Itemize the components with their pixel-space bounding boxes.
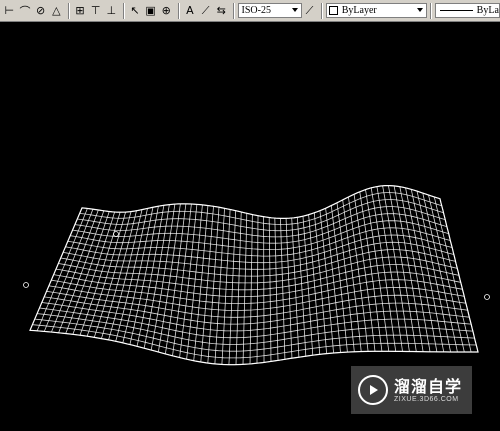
angular-dim-icon[interactable]: △ [49, 2, 64, 20]
mesh-line [235, 211, 242, 365]
play-logo-icon [358, 375, 388, 405]
dimstyle-dropdown[interactable]: ISO-25 [237, 3, 303, 18]
arc-dim-icon[interactable]: ⌒ [18, 2, 33, 20]
toolbar-separator [429, 2, 432, 19]
dimstyle-manager-icon[interactable]: ⟋ [302, 2, 317, 20]
mesh-line [193, 205, 209, 361]
mesh-line [268, 217, 272, 362]
mesh-line [228, 210, 237, 365]
mesh-line [58, 210, 105, 333]
mesh-line [77, 199, 444, 232]
watermark-text: 溜溜自学 ZIXUE.3D66.COM [394, 376, 463, 403]
mesh-line [285, 218, 293, 359]
color-value: ByLayer [341, 5, 377, 16]
linear-dim-icon[interactable]: ⊢ [2, 2, 17, 20]
radius-dim-icon[interactable]: ⊘ [33, 2, 48, 20]
dim-text-edit-icon[interactable]: ⟋ [198, 2, 213, 20]
mesh-line [382, 185, 410, 352]
toolbar-separator [67, 2, 70, 19]
center-mark-icon[interactable]: ⊕ [159, 2, 174, 20]
dimension-toolbar: ⊢ ⌒ ⊘ △ ⊞ ⊤ ⊥ ↖ ▣ ⊕ A ⟋ ⇆ ISO-25 ⟋ ByLay… [0, 0, 500, 22]
toolbar-separator [320, 2, 323, 19]
watermark-url: ZIXUE.3D66.COM [394, 395, 459, 403]
mesh-line [200, 206, 214, 363]
mesh-line [207, 207, 220, 364]
toolbar-separator [232, 2, 235, 19]
mesh-line [36, 208, 88, 331]
chevron-down-icon [416, 8, 423, 12]
mesh-line [280, 218, 286, 360]
watermark: 溜溜自学 ZIXUE.3D66.COM [351, 366, 472, 414]
mesh-line [274, 218, 279, 361]
grip-marker [113, 231, 119, 237]
color-dropdown[interactable]: ByLayer [325, 3, 427, 18]
linetype-value: ByLa [476, 5, 499, 16]
mesh-line [249, 214, 253, 364]
mesh-line [242, 213, 248, 365]
dim-edit-icon[interactable]: A [183, 2, 198, 20]
mesh-line [291, 217, 300, 358]
toolbar-separator [122, 2, 125, 19]
color-swatch [328, 6, 338, 15]
linetype-dropdown[interactable]: ByLa [434, 3, 500, 18]
grip-marker [23, 282, 29, 288]
baseline-dim-icon[interactable]: ⊤ [88, 2, 103, 20]
chevron-down-icon [292, 8, 299, 12]
linetype-sample [439, 10, 473, 11]
quick-dim-icon[interactable]: ⊞ [73, 2, 88, 20]
dimstyle-value: ISO-25 [241, 5, 271, 16]
mesh-line [51, 209, 99, 333]
leader-icon[interactable]: ↖ [128, 2, 143, 20]
continue-dim-icon[interactable]: ⊥ [104, 2, 119, 20]
toolbar-separator [177, 2, 180, 19]
mesh-line [43, 209, 94, 332]
watermark-brand: 溜溜自学 [394, 376, 463, 396]
dim-update-icon[interactable]: ⇆ [214, 2, 229, 20]
tolerance-icon[interactable]: ▣ [143, 2, 158, 20]
grip-marker [484, 294, 490, 300]
